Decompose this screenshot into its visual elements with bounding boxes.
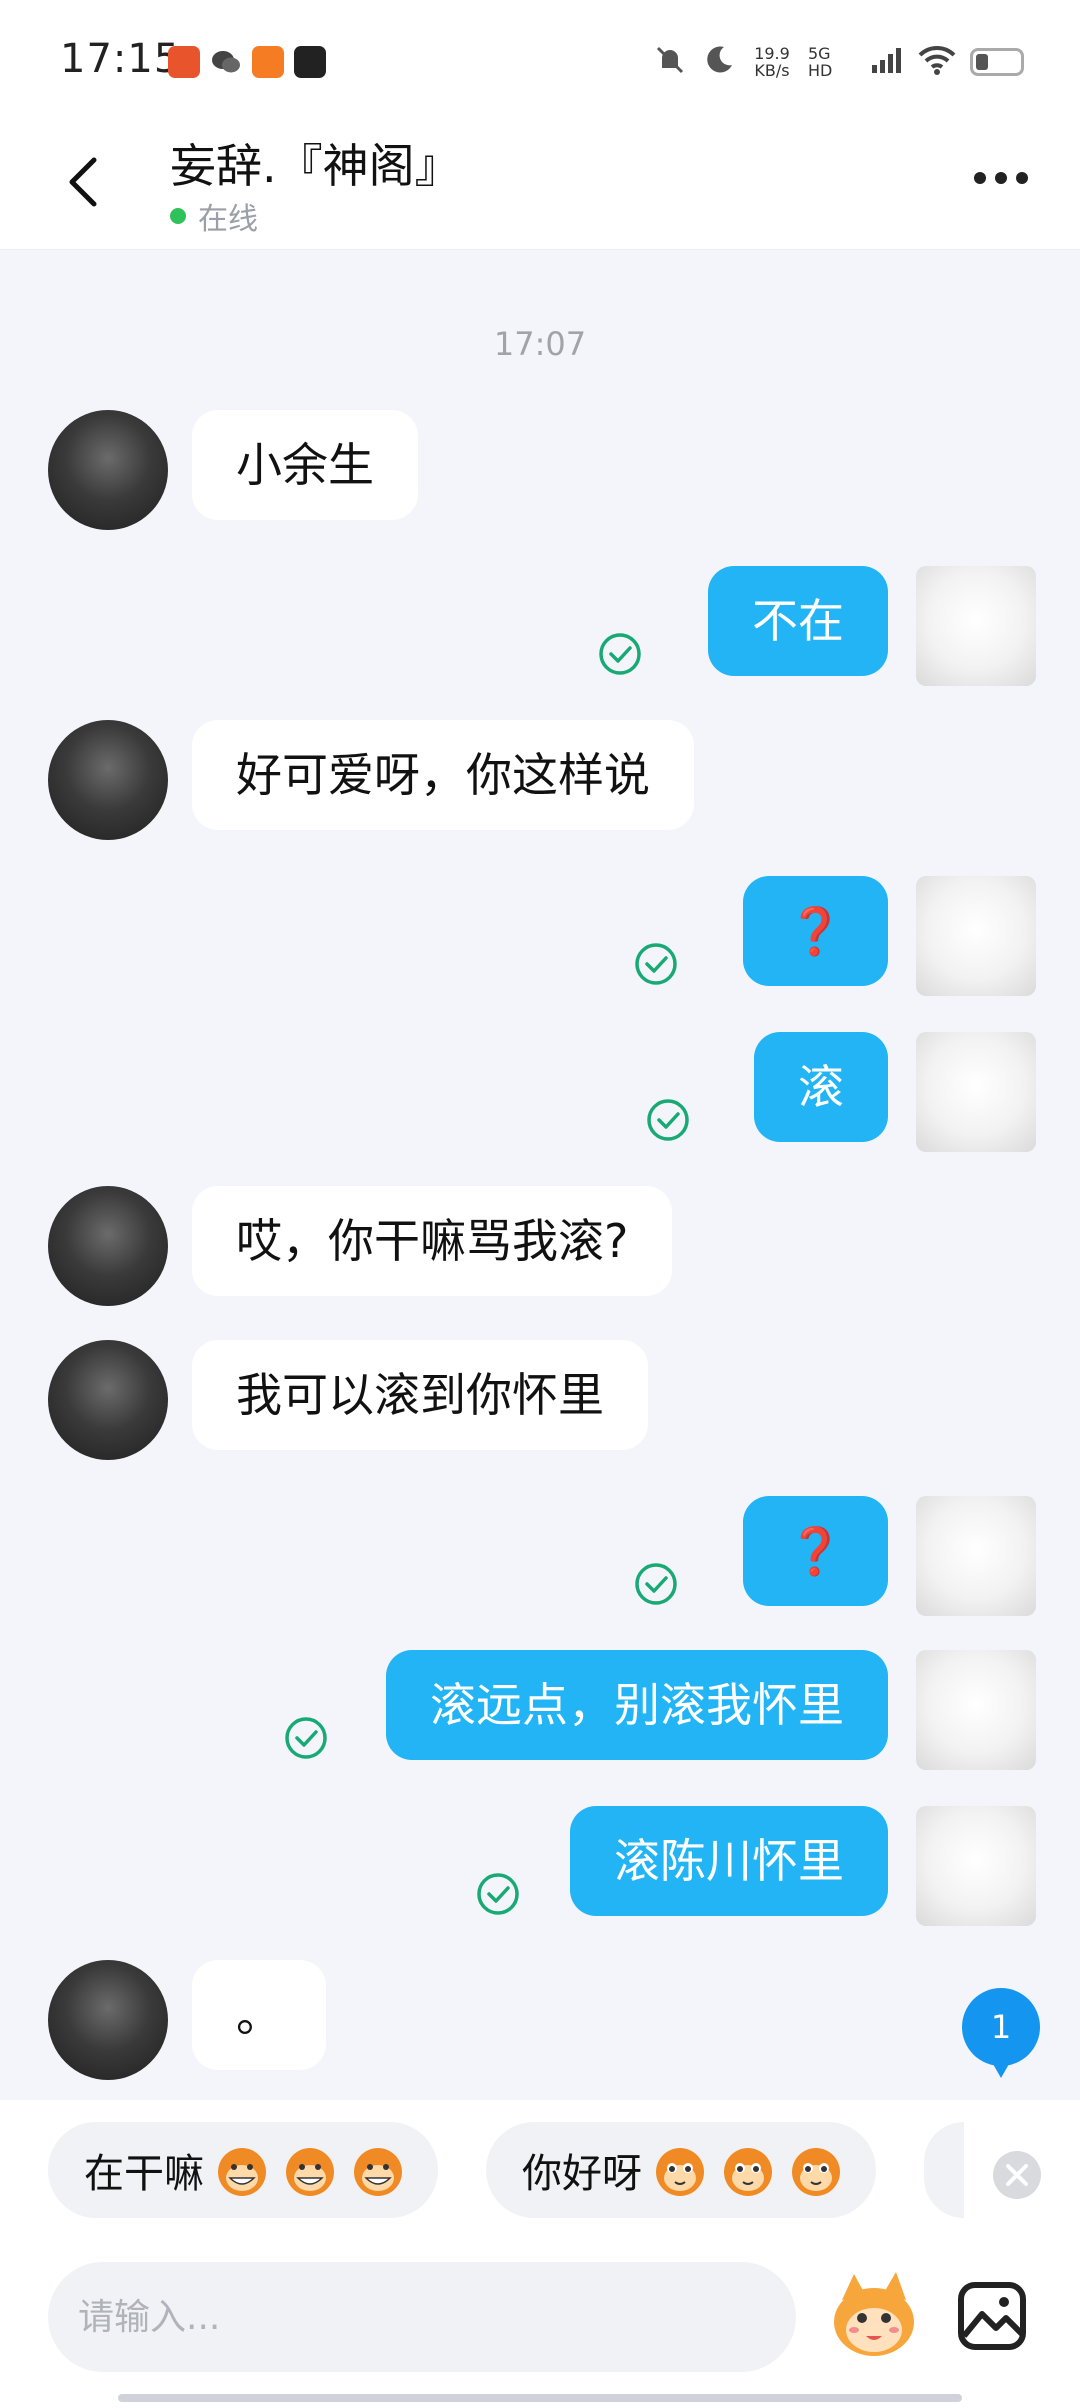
net-speed-unit: KB/s (754, 61, 790, 80)
quick-reply-bar: 在干嘛 你好呀 (0, 2100, 1080, 2250)
orange-app-icon (168, 46, 200, 78)
contact-avatar[interactable] (48, 410, 168, 530)
message-bubble[interactable]: 我可以滚到你怀里 (192, 1340, 648, 1450)
image-icon (958, 2282, 1026, 2350)
unread-count-badge[interactable]: 1 (962, 1988, 1040, 2078)
my-avatar[interactable] (916, 876, 1036, 996)
online-dot-icon (170, 208, 186, 224)
my-avatar[interactable] (916, 566, 1036, 686)
dot-icon (1016, 172, 1028, 184)
media-app-icon (294, 46, 326, 78)
message-bubble[interactable]: 哎，你干嘛骂我滚? (192, 1186, 673, 1296)
my-avatar[interactable] (916, 1650, 1036, 1770)
my-avatar[interactable] (916, 1806, 1036, 1926)
wifi-icon (918, 44, 956, 80)
status-bar: 17:15 19.9 KB/s 5G HD (0, 0, 1080, 120)
quick-reply-text: 在干嘛 (84, 2151, 204, 2197)
status-app-icons (168, 46, 326, 82)
battery-icon (970, 48, 1024, 76)
cute-monkey-icon (724, 2148, 772, 2196)
input-bar (0, 2250, 1080, 2408)
message-bubble[interactable]: 好可爱呀，你这样说 (192, 720, 694, 830)
233-app-icon (252, 46, 284, 78)
quick-reply-chip-partial[interactable] (924, 2122, 964, 2218)
close-quick-replies-icon[interactable] (992, 2150, 1042, 2200)
moon-icon (702, 43, 736, 81)
read-check-icon (647, 1099, 689, 1141)
message-bubble[interactable]: 滚 (754, 1032, 888, 1142)
cute-monkey-icon (792, 2148, 840, 2196)
message-bubble[interactable]: ❓ (742, 1496, 888, 1606)
read-check-icon (285, 1717, 327, 1759)
read-check-icon (599, 633, 641, 675)
contact-avatar[interactable] (48, 720, 168, 840)
net-speed: 19.9 KB/s (750, 45, 794, 79)
read-check-icon (477, 1873, 519, 1915)
mascot-emoji-icon (834, 2272, 914, 2356)
time-separator: 17:07 (493, 325, 587, 363)
chat-header: 妄辞.『神阁』 在线 (0, 120, 1080, 250)
emoji-button[interactable] (826, 2260, 922, 2370)
grinning-monkey-icon (354, 2148, 402, 2196)
network-type: 5G HD (808, 44, 833, 80)
wechat-icon (210, 46, 242, 82)
message-bubble[interactable]: 小余生 (192, 410, 418, 520)
message-bubble[interactable]: 滚陈川怀里 (570, 1806, 888, 1916)
quick-reply-text: 你好呀 (522, 2151, 642, 2197)
contact-name[interactable]: 妄辞.『神阁』 (170, 130, 461, 196)
message-bubble[interactable]: 不在 (708, 566, 888, 676)
dot-icon (974, 172, 986, 184)
my-avatar[interactable] (916, 1032, 1036, 1152)
status-right: 19.9 KB/s 5G HD (652, 42, 1024, 82)
back-button[interactable] (56, 152, 116, 212)
contact-avatar[interactable] (48, 1960, 168, 2080)
more-options-button[interactable] (974, 172, 1028, 184)
message-bubble[interactable]: 滚远点，别滚我怀里 (386, 1650, 888, 1760)
read-check-icon (635, 1563, 677, 1605)
message-input[interactable] (48, 2262, 796, 2372)
cute-monkey-icon (656, 2148, 704, 2196)
dot-icon (995, 172, 1007, 184)
image-button[interactable] (956, 2280, 1028, 2352)
signal-icon (870, 45, 904, 79)
online-status-text: 在线 (198, 202, 258, 237)
grinning-monkey-icon (218, 2148, 266, 2196)
message-bubble[interactable]: ❓ (742, 876, 888, 986)
chevron-left-icon (69, 157, 97, 207)
status-time: 17:15 (60, 36, 181, 82)
home-indicator (118, 2394, 962, 2402)
online-status: 在线 (170, 194, 258, 238)
quick-reply-chip[interactable]: 你好呀 (486, 2122, 876, 2218)
quick-reply-chip[interactable]: 在干嘛 (48, 2122, 438, 2218)
message-bubble[interactable]: 。 (192, 1960, 326, 2070)
my-avatar[interactable] (916, 1496, 1036, 1616)
message-list[interactable]: 17:07 小余生 不在 好可爱呀，你这样说 ❓ 滚 哎，你干嘛骂我滚? 我可以… (0, 250, 1080, 2100)
mute-icon (652, 42, 688, 82)
contact-avatar[interactable] (48, 1340, 168, 1460)
grinning-monkey-icon (286, 2148, 334, 2196)
contact-avatar[interactable] (48, 1186, 168, 1306)
read-check-icon (635, 943, 677, 985)
